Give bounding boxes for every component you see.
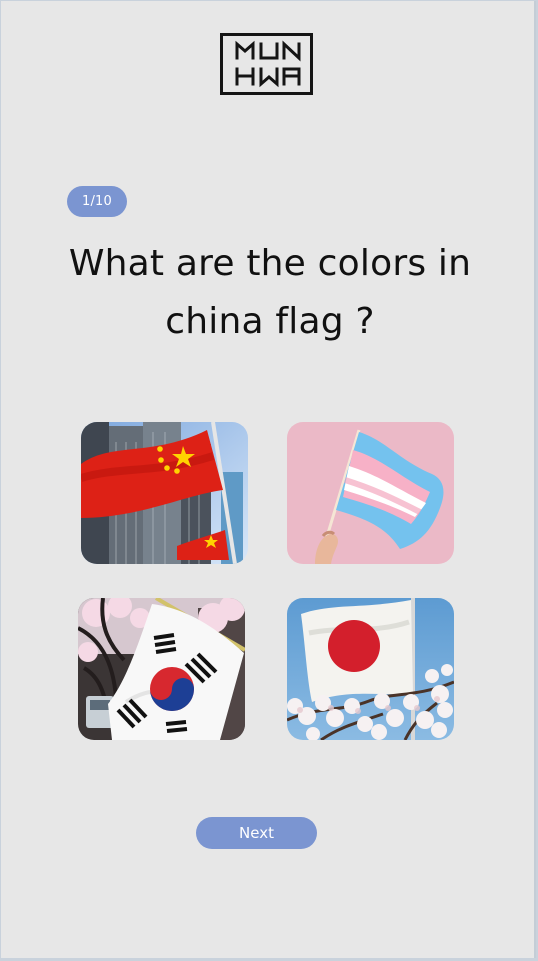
answer-option-south-korea-flag[interactable] <box>78 598 245 740</box>
quiz-screen: 1/10 What are the colors in china flag ? <box>1 1 536 958</box>
question-progress-badge: 1/10 <box>67 186 127 217</box>
answer-option-china-flag[interactable] <box>81 422 248 564</box>
south-korea-flag-image <box>78 598 245 740</box>
munhwa-logo-mark <box>235 40 301 88</box>
china-flag-image <box>81 422 248 564</box>
transgender-flag-image <box>287 422 454 564</box>
question-text: What are the colors in china flag ? <box>68 243 472 342</box>
answer-option-transgender-flag[interactable] <box>287 422 454 564</box>
japan-flag-image <box>287 598 454 740</box>
munhwa-logo <box>220 33 313 95</box>
answer-option-japan-flag[interactable] <box>287 598 454 740</box>
next-button[interactable]: Next <box>196 817 317 849</box>
